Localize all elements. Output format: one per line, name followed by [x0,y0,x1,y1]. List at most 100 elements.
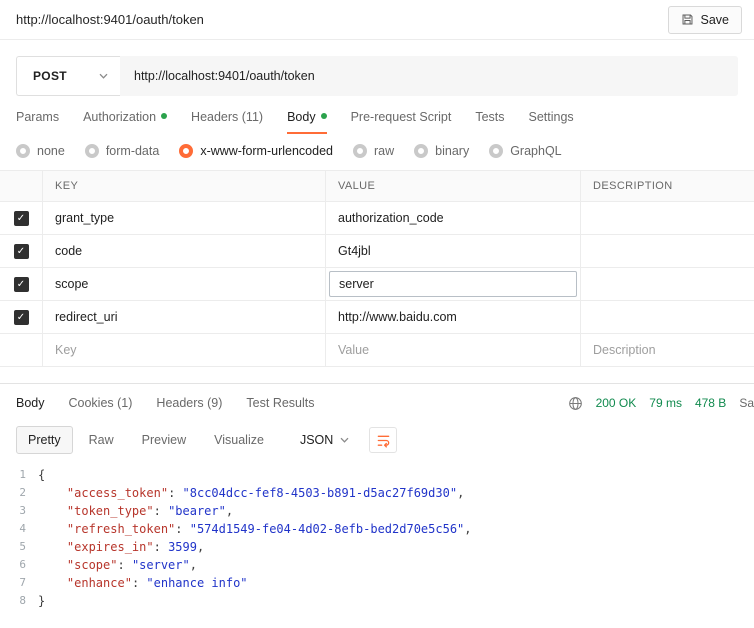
table-row: ✓ scope [0,267,754,300]
code-content: "access_token": "8cc04dcc-fef8-4503-b891… [38,484,464,502]
tab-label: Body [287,110,316,124]
body-type-label: binary [435,144,469,158]
response-tab-headers-9[interactable]: Headers (9) [156,396,222,410]
header-checkbox-cell [0,171,42,201]
checkbox-cell [0,334,42,366]
key-cell[interactable]: Key [42,334,325,366]
code-content: "enhance": "enhance info" [38,574,248,592]
view-tab-raw[interactable]: Raw [77,426,126,454]
format-select[interactable]: JSON [292,427,357,453]
tab-label: Settings [529,110,574,124]
code-line: 5 "expires_in": 3599, [0,538,754,556]
column-header-value: VALUE [325,171,580,201]
tab-params[interactable]: Params [16,110,59,134]
code-token: } [38,594,45,608]
body-type-x-www-form-urlencoded[interactable]: x-www-form-urlencoded [179,144,333,158]
tab-tests[interactable]: Tests [475,110,504,134]
row-checkbox[interactable]: ✓ [14,244,29,259]
code-content: { [38,466,45,484]
line-number: 6 [0,556,38,574]
params-table-body: ✓ grant_typeauthorization_code ✓ codeGt4jbl… [0,201,754,366]
value-cell[interactable]: Value [325,334,580,366]
code-token: : [175,522,189,536]
wrap-text-icon [376,433,391,448]
response-tab-body[interactable]: Body [16,396,45,410]
wrap-text-button[interactable] [369,427,397,453]
tab-authorization[interactable]: Authorization [83,110,167,134]
code-token: "574d1549-fe04-4d02-8efb-bed2d70e5c56" [190,522,465,536]
response-meta: 200 OK 79 ms 478 B Sa [568,396,754,411]
code-token: "refresh_token" [67,522,175,536]
value-cell[interactable]: Gt4jbl [325,235,580,267]
code-token: , [226,504,233,518]
view-tab-visualize[interactable]: Visualize [202,426,276,454]
green-status-dot [161,113,167,119]
code-content: "refresh_token": "574d1549-fe04-4d02-8ef… [38,520,472,538]
save-icon [681,13,694,26]
body-type-form-data[interactable]: form-data [85,144,160,158]
response-toolbar: PrettyRawPreviewVisualize JSON [0,422,754,458]
radio-icon [85,144,99,158]
code-token: , [457,486,464,500]
value-cell[interactable]: authorization_code [325,202,580,234]
row-checkbox[interactable]: ✓ [14,310,29,325]
body-type-label: none [37,144,65,158]
code-line: 2 "access_token": "8cc04dcc-fef8-4503-b8… [0,484,754,502]
method-select[interactable]: POST [16,56,120,96]
key-cell[interactable]: grant_type [42,202,325,234]
url-builder: POST http://localhost:9401/oauth/token [16,56,738,96]
description-cell[interactable] [580,301,754,333]
code-token [38,558,67,572]
view-tab-preview[interactable]: Preview [130,426,198,454]
view-tab-pretty[interactable]: Pretty [16,426,73,454]
description-cell[interactable]: Description [580,334,754,366]
url-input[interactable]: http://localhost:9401/oauth/token [120,56,738,96]
code-token: 3599 [168,540,197,554]
code-token [38,540,67,554]
save-button[interactable]: Save [668,6,743,34]
green-status-dot [321,113,327,119]
value-cell[interactable] [325,268,580,300]
description-cell[interactable] [580,268,754,300]
checkbox-cell: ✓ [0,301,42,333]
body-type-none[interactable]: none [16,144,65,158]
response-tabs: Body Cookies (1) Headers (9) Test Results [16,396,315,410]
row-checkbox[interactable]: ✓ [14,277,29,292]
key-cell[interactable]: scope [42,268,325,300]
value-input[interactable] [329,271,577,297]
code-token: : [154,504,168,518]
postman-request-view: http://localhost:9401/oauth/token Save P… [0,0,754,610]
code-token: "enhance info" [146,576,247,590]
tab-pre-request-script[interactable]: Pre-request Script [351,110,452,134]
description-cell[interactable] [580,202,754,234]
code-content: "scope": "server", [38,556,197,574]
description-cell[interactable] [580,235,754,267]
request-title-bar: http://localhost:9401/oauth/token Save [0,0,754,40]
tab-settings[interactable]: Settings [529,110,574,134]
value-cell[interactable]: http://www.baidu.com [325,301,580,333]
tab-label: Tests [475,110,504,124]
table-row-placeholder: KeyValueDescription [0,333,754,366]
chevron-down-icon [99,73,108,79]
tab-body[interactable]: Body [287,110,327,134]
response-tab-test-results[interactable]: Test Results [246,396,314,410]
body-type-binary[interactable]: binary [414,144,469,158]
method-label: POST [33,69,67,83]
save-response-button[interactable]: Sa [739,396,754,410]
tab-label: Authorization [83,110,156,124]
tab-headers-11[interactable]: Headers (11) [191,110,263,134]
radio-icon [353,144,367,158]
column-header-description: DESCRIPTION [580,171,754,201]
key-cell[interactable]: redirect_uri [42,301,325,333]
body-type-raw[interactable]: raw [353,144,394,158]
code-token: : [117,558,131,572]
checkbox-cell: ✓ [0,235,42,267]
response-tab-cookies-1[interactable]: Cookies (1) [69,396,133,410]
code-line: 3 "token_type": "bearer", [0,502,754,520]
key-cell[interactable]: code [42,235,325,267]
body-type-label: form-data [106,144,160,158]
body-type-graphql[interactable]: GraphQL [489,144,561,158]
row-checkbox[interactable]: ✓ [14,211,29,226]
response-size: 478 B [695,396,726,410]
response-header: Body Cookies (1) Headers (9) Test Results 2… [0,384,754,422]
